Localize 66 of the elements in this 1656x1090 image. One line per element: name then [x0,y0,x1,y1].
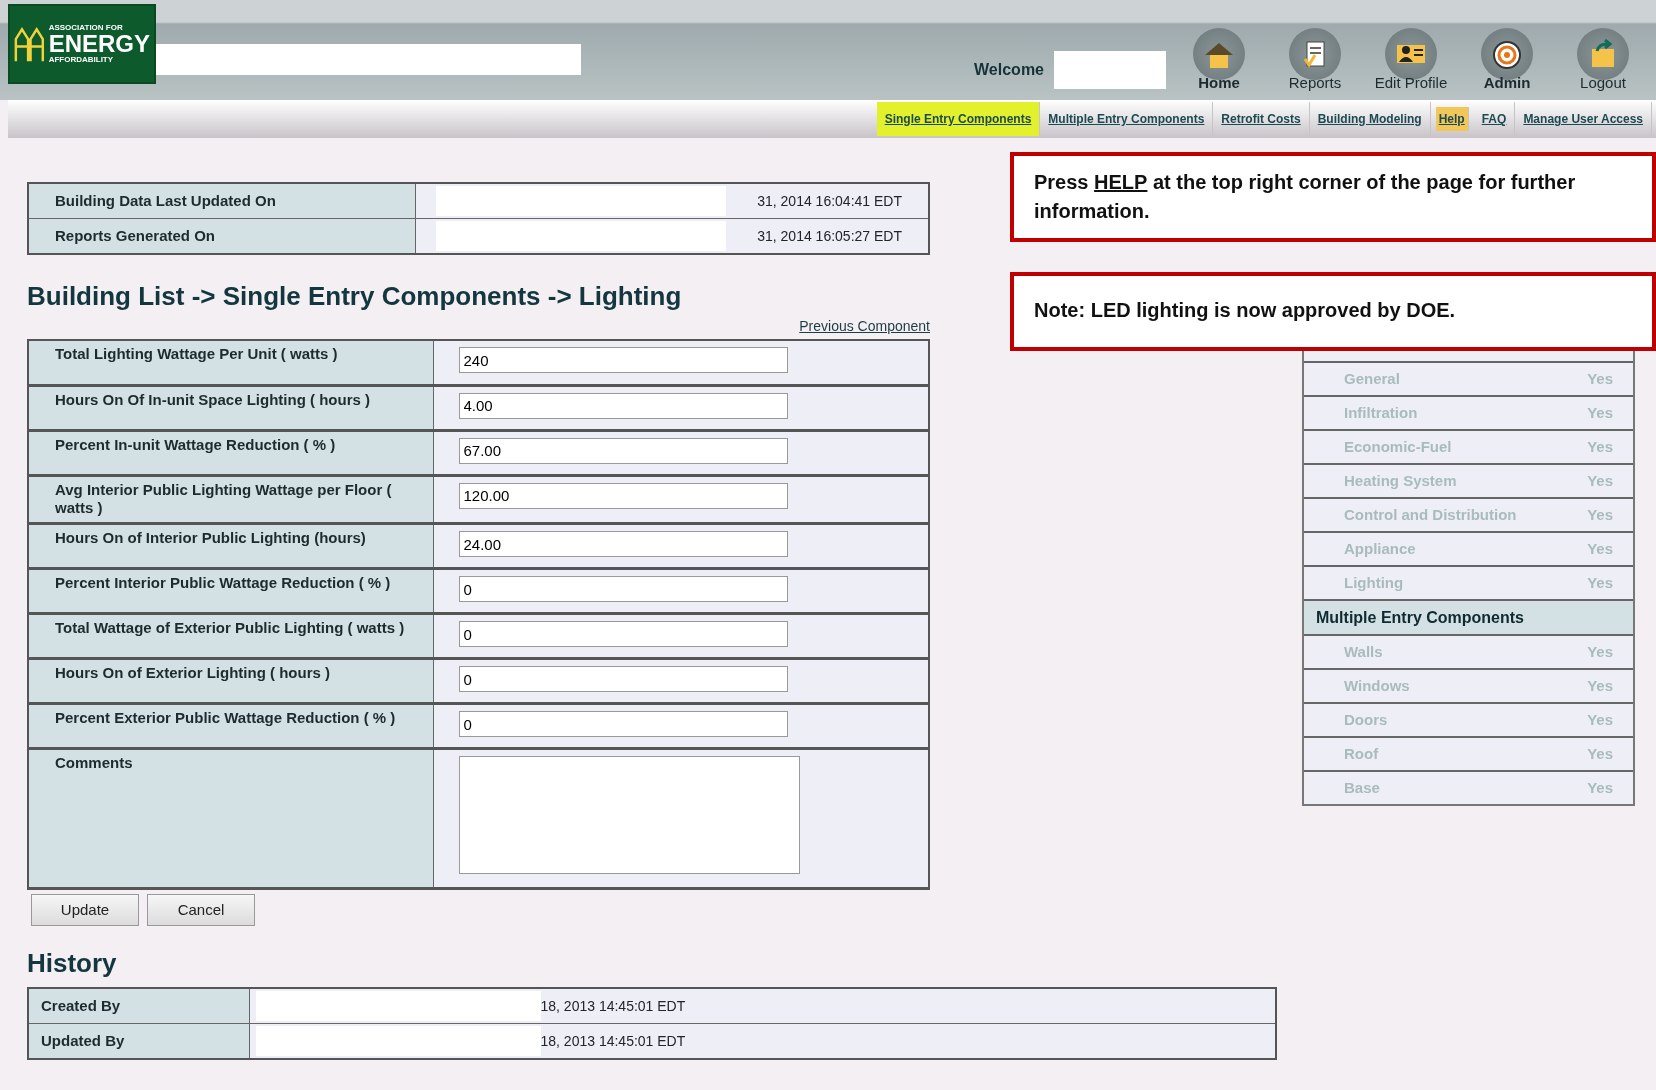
table-cell-text: 31, 2014 16:05:27 EDT [757,226,902,246]
nav-tab[interactable]: Help [1435,107,1469,131]
sidebar-header: Multiple Entry Components [1304,599,1633,634]
nav-tab[interactable]: FAQ [1473,102,1516,136]
id-card-icon [1397,44,1425,63]
status-text: Yes [1587,471,1613,491]
field-label: Hours On of Interior Public Lighting (hours) [28,523,433,569]
form-button[interactable]: Update [31,893,139,926]
note-text: Note: LED lighting is now approved by DOE. [1010,272,1656,351]
section-heading: History [27,947,118,980]
field-label: Total Wattage of Exterior Public Lighting ( watts ) [28,613,433,659]
logo-text: ASSOCIATION FOR [48,24,124,32]
nav-tab[interactable]: Retrofit Costs [1213,102,1310,136]
input-field[interactable]: 4.00 [458,392,788,419]
table-cell: Created By [28,988,249,1024]
input-field[interactable]: 0 [458,621,788,647]
logo-text: ENERGY [48,32,150,56]
nav-tab[interactable]: Building Modeling [1309,102,1431,136]
table-cell: Building Data Last Updated On [28,183,415,219]
status-text: Yes [1587,573,1613,593]
logo-text: AFFORDABILITY [48,56,115,64]
toolbar-button[interactable]: Logout [1560,27,1646,94]
table-cell: Updated By [28,1023,249,1059]
input-field[interactable]: 0 [458,666,788,692]
field-label: Hours On of Exterior Lighting ( hours ) [28,658,433,704]
status-text: Yes [1587,744,1613,764]
welcome-label: Welcome [974,59,1044,80]
toolbar-button[interactable]: Home [1176,27,1262,94]
previous-link[interactable]: Previous Component [799,316,930,337]
nav-tab[interactable]: Manage User Access [1515,102,1652,136]
status-text: Yes [1587,778,1613,798]
field-label: Avg Interior Public Lighting Wattage per Floor ( watts ) [28,475,433,524]
status-text: Yes [1587,539,1613,559]
page-heading: Building List -> Single Entry Components -> Lighting [27,280,683,313]
input-field[interactable]: 67.00 [458,437,788,464]
status-text: Yes [1587,676,1613,696]
target-icon [1491,38,1523,69]
input-field[interactable]: 120.00 [458,482,788,509]
field-label: Percent Interior Public Wattage Reduction ( % ) [28,568,433,614]
form-button[interactable]: Cancel [147,893,255,926]
table-cell-text: 18, 2013 14:45:01 EDT [540,1031,686,1051]
table-cell-text: 31, 2014 16:04:41 EDT [757,191,902,211]
note-text: Press HELP at the top right corner of the page for further information. [1010,152,1656,242]
table-cell-text: 18, 2013 14:45:01 EDT [540,996,686,1016]
input-field[interactable]: 240 [458,347,788,373]
nav-tab[interactable]: Multiple Entry Components [1040,102,1214,136]
status-text: Yes [1587,369,1613,389]
status-text: Yes [1587,642,1613,662]
input-field[interactable]: 0 [458,711,788,737]
input-field[interactable]: 24.00 [458,531,788,557]
table-cell: Reports Generated On [28,218,415,254]
status-text: Yes [1587,437,1613,457]
toolbar-button[interactable]: Reports [1272,27,1358,94]
status-text: Yes [1587,403,1613,423]
input-field[interactable]: 0 [458,576,788,602]
comments-field[interactable] [458,756,800,874]
toolbar-button[interactable]: Edit Profile [1368,27,1454,94]
status-text: Yes [1587,710,1613,730]
nav-tab[interactable]: Single Entry Components [876,102,1041,136]
field-label: Comments [28,748,433,888]
field-label: Total Lighting Wattage Per Unit ( watts ) [28,340,433,385]
status-text: Yes [1587,505,1613,525]
field-label: Percent In-unit Wattage Reduction ( % ) [28,430,433,475]
field-label: Hours On Of In-unit Space Lighting ( hours ) [28,385,433,430]
toolbar-button[interactable]: Admin [1464,27,1550,94]
field-label: Percent Exterior Public Wattage Reduction ( % ) [28,703,433,749]
